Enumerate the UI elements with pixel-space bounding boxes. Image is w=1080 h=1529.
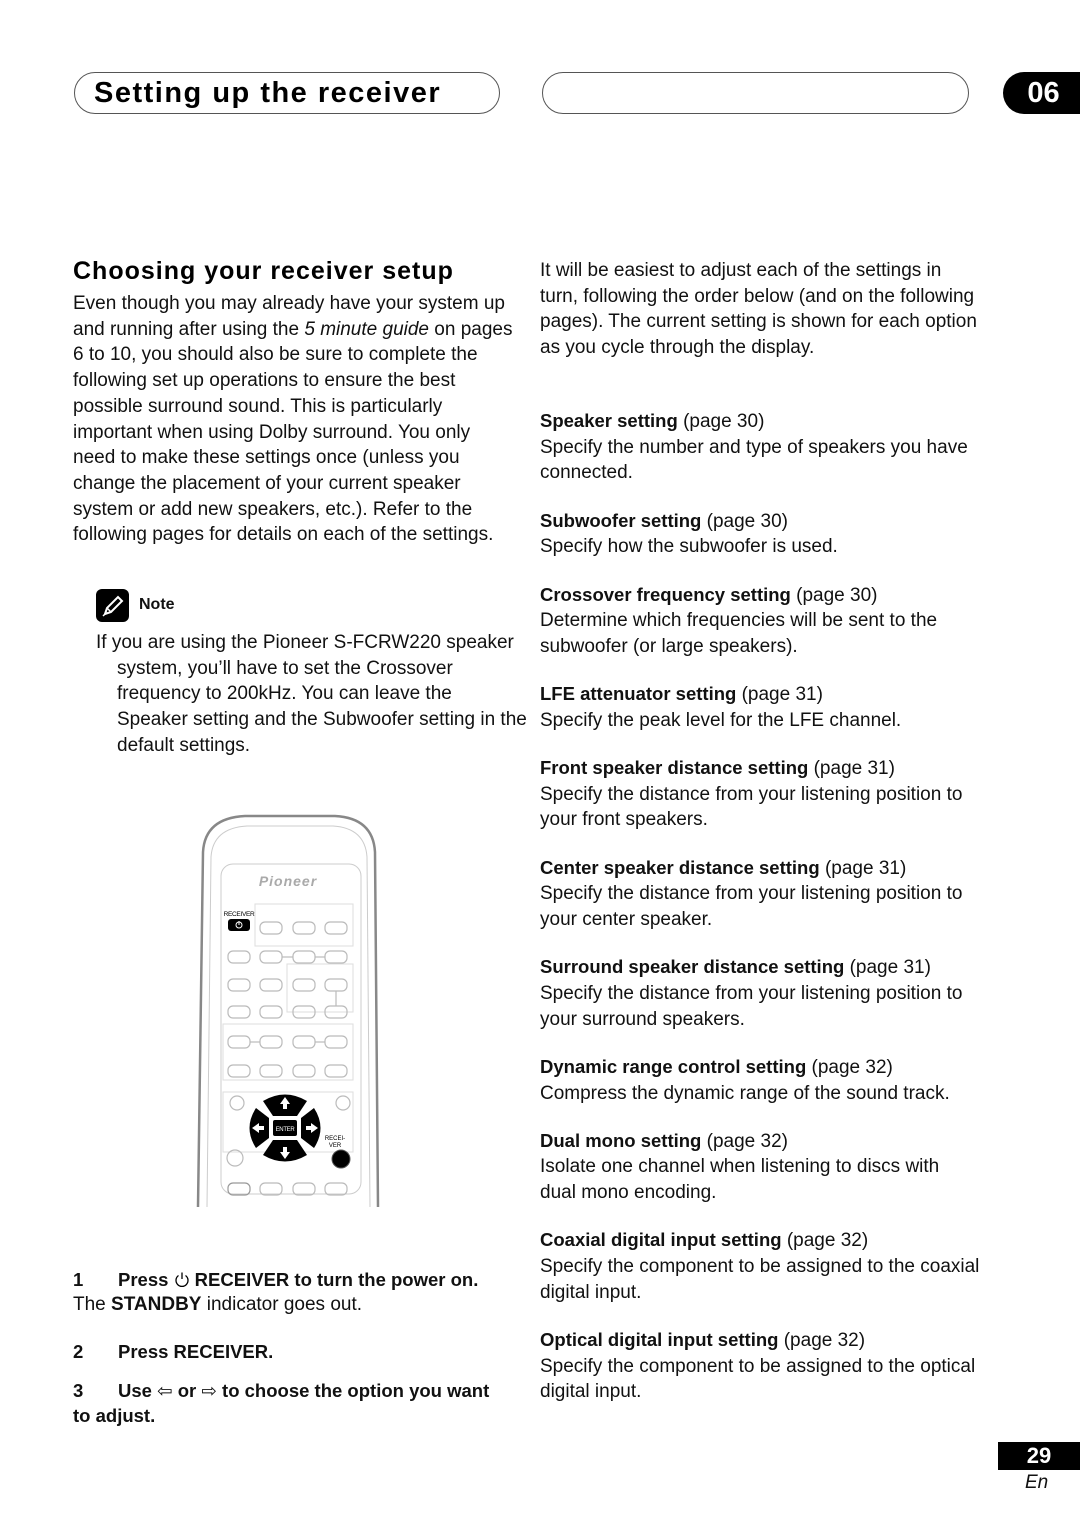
step-number: 3 xyxy=(73,1380,84,1401)
setting-item: Optical digital input setting (page 32) S… xyxy=(540,1327,980,1405)
setting-name: Dual mono setting xyxy=(540,1129,702,1151)
page-reference: (page 31) xyxy=(741,684,823,706)
step-text-or: or xyxy=(172,1380,202,1401)
setting-description: Specify the number and type of speakers … xyxy=(540,436,968,484)
setting-description: Specify the distance from your listening… xyxy=(540,982,963,1030)
step-2: 2 Press RECEIVER. xyxy=(73,1339,513,1364)
setting-name: Dynamic range control setting xyxy=(540,1055,807,1077)
setting-item: Coaxial digital input setting (page 32) S… xyxy=(540,1227,980,1305)
setting-item: Center speaker distance setting (page 31… xyxy=(540,855,980,933)
svg-text:VER: VER xyxy=(329,1143,342,1149)
language-code: En xyxy=(1025,1472,1049,1493)
page-reference: (page 32) xyxy=(706,1130,788,1152)
setting-name: Surround speaker distance setting xyxy=(540,956,845,978)
svg-text:RECEIVER: RECEIVER xyxy=(224,911,255,918)
setting-description: Specify the component to be assigned to … xyxy=(540,1355,976,1403)
setting-item: Speaker setting (page 30) Specify the num… xyxy=(540,408,980,486)
settings-list: Speaker setting (page 30) Specify the num… xyxy=(540,408,980,1427)
remote-control-illustration: Pioneer RECEIVER ENTER RECEI- VER xyxy=(195,812,385,1212)
setting-description: Specify the distance from your listening… xyxy=(540,883,963,931)
setting-item: Surround speaker distance setting (page … xyxy=(540,954,980,1032)
setting-name: Front speaker distance setting xyxy=(540,757,809,779)
result-text-cont: indicator goes out. xyxy=(201,1294,363,1315)
remote-brand-logo: Pioneer xyxy=(259,873,318,889)
intro-paragraph: Even though you may already have your sy… xyxy=(73,291,513,548)
page-reference: (page 31) xyxy=(849,957,931,979)
section-title: Choosing your receiver setup xyxy=(73,257,454,285)
setting-item: Subwoofer setting (page 30) Specify how t… xyxy=(540,508,980,560)
page-reference: (page 30) xyxy=(796,584,878,606)
setting-description: Specify how the subwoofer is used. xyxy=(540,536,838,558)
step-text: Press xyxy=(118,1269,174,1290)
setting-item: LFE attenuator setting (page 31) Specify … xyxy=(540,681,980,733)
step-1-result: The STANDBY indicator goes out. xyxy=(73,1292,513,1318)
right-arrow-icon: ⇨ xyxy=(201,1380,217,1401)
power-icon xyxy=(174,1269,190,1294)
svg-text:RECEI-: RECEI- xyxy=(325,1136,345,1142)
pencil-icon xyxy=(96,589,129,622)
step-number: 1 xyxy=(73,1269,84,1290)
setting-description: Compress the dynamic range of the sound … xyxy=(540,1082,950,1104)
guide-reference: 5 minute guide xyxy=(304,318,429,340)
setting-item: Front speaker distance setting (page 31)… xyxy=(540,755,980,833)
page-reference: (page 32) xyxy=(783,1329,866,1351)
step-text: Press RECEIVER. xyxy=(118,1341,274,1362)
setting-name: Speaker setting xyxy=(540,410,678,431)
setting-item: Crossover frequency setting (page 30) Det… xyxy=(540,582,980,660)
step-3: 3 Use ⇦ or ⇨ to choose the option you wan… xyxy=(73,1378,503,1428)
chapter-number: 06 xyxy=(1003,72,1080,114)
intro-text-cont: on pages 6 to 10, you should also be sur… xyxy=(73,318,513,546)
step-1: 1 Press RECEIVER to turn the power on. xyxy=(73,1267,513,1294)
setting-description: Specify the peak level for the LFE chann… xyxy=(540,709,902,731)
standby-indicator-label: STANDBY xyxy=(111,1294,202,1315)
setting-item: Dynamic range control setting (page 32) C… xyxy=(540,1054,980,1106)
page-reference: (page 30) xyxy=(706,510,788,532)
header-empty-frame xyxy=(542,72,969,114)
setting-description: Specify the distance from your listening… xyxy=(540,783,963,831)
setting-name: Coaxial digital input setting xyxy=(540,1229,782,1251)
setting-description: Determine which frequencies will be sent… xyxy=(540,610,938,657)
step-text: Use xyxy=(118,1380,158,1401)
page-reference: (page 30) xyxy=(683,411,765,432)
page-title: Setting up the receiver xyxy=(94,77,442,109)
page-reference: (page 32) xyxy=(811,1056,893,1078)
setting-name: LFE attenuator setting xyxy=(540,683,737,705)
step-number: 2 xyxy=(73,1341,84,1362)
page-reference: (page 31) xyxy=(824,857,907,879)
left-arrow-icon: ⇦ xyxy=(157,1380,173,1401)
setting-description: Specify the component to be assigned to … xyxy=(540,1256,980,1303)
page-number: 29 xyxy=(998,1442,1080,1470)
setting-name: Subwoofer setting xyxy=(540,509,702,531)
step-text-cont: RECEIVER to turn the power on. xyxy=(189,1269,479,1290)
setting-name: Optical digital input setting xyxy=(540,1328,779,1350)
setting-item: Dual mono setting (page 32) Isolate one c… xyxy=(540,1128,980,1206)
settings-intro: It will be easiest to adjust each of the… xyxy=(540,260,977,359)
page-reference: (page 32) xyxy=(786,1230,869,1252)
setting-description: Isolate one channel when listening to di… xyxy=(540,1156,940,1204)
setting-name: Center speaker distance setting xyxy=(540,856,820,878)
note-text: If you are using the Pioneer S-FCRW220 s… xyxy=(96,632,527,756)
setting-name: Crossover frequency setting xyxy=(540,583,791,605)
note-label: Note xyxy=(139,596,175,613)
result-text: The xyxy=(73,1294,112,1315)
svg-text:ENTER: ENTER xyxy=(276,1127,296,1133)
page-reference: (page 31) xyxy=(813,758,895,780)
